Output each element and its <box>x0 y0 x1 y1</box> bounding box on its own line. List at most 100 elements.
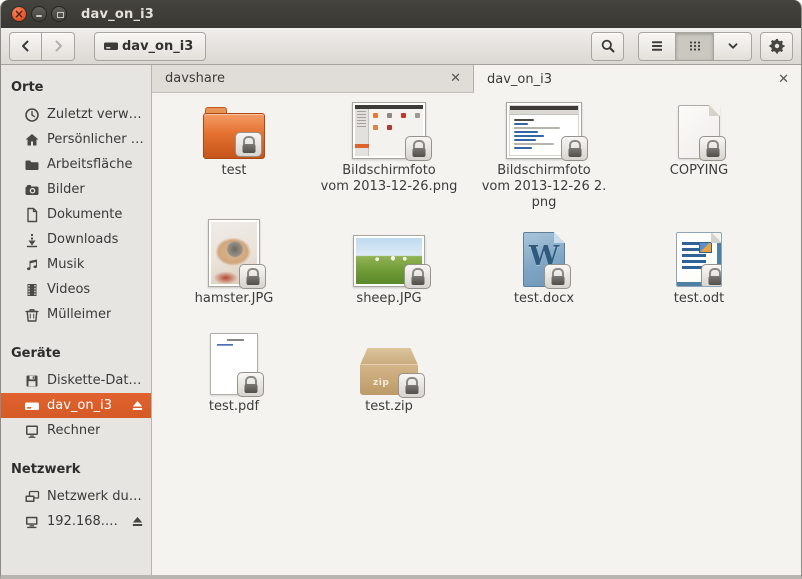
section-heading: Orte <box>1 75 151 102</box>
grid-view-icon <box>687 38 703 54</box>
camera-icon <box>24 182 40 198</box>
close-window-icon[interactable] <box>11 6 27 22</box>
path-button-label: dav_on_i3 <box>122 39 193 54</box>
file-item-test-odt[interactable]: test.odt <box>624 219 774 307</box>
word-document-icon: W <box>523 232 565 287</box>
tab-dav-on-i3[interactable]: dav_on_i3 ✕ <box>474 65 801 93</box>
settings-button[interactable] <box>760 32 793 61</box>
folder-icon <box>203 107 265 159</box>
odt-document-icon <box>676 232 722 287</box>
sidebar-section-network: Netzwerk Netzwerk du… 192.168.… <box>1 457 151 534</box>
lock-emblem-icon <box>405 136 432 161</box>
sidebar-item-home[interactable]: Persönlicher … <box>1 127 151 152</box>
maximize-window-icon[interactable] <box>51 6 67 22</box>
search-icon <box>600 38 616 54</box>
path-button[interactable]: dav_on_i3 <box>94 32 206 61</box>
file-item-bildschirmfoto-1[interactable]: Bildschirmfotovom 2013-12-26.png <box>314 97 464 195</box>
zip-box-label: zip <box>373 378 389 388</box>
view-options-button[interactable] <box>714 32 752 61</box>
window-title: dav_on_i3 <box>81 7 154 22</box>
back-button[interactable] <box>9 32 42 61</box>
photo-thumbnail-icon <box>208 219 260 287</box>
sidebar-item-downloads[interactable]: Downloads <box>1 227 151 252</box>
archive-icon: zip <box>360 348 418 395</box>
sidebar-item-pictures[interactable]: Bilder <box>1 177 151 202</box>
eject-button[interactable] <box>130 398 145 413</box>
lock-emblem-icon <box>235 132 262 157</box>
close-tab-icon[interactable]: ✕ <box>776 72 791 87</box>
file-item-test-pdf[interactable]: test.pdf <box>159 319 309 415</box>
computer-icon <box>24 423 40 439</box>
file-name: Bildschirmfotovom 2013-12-26.png <box>321 163 458 195</box>
sidebar-item-dav-on-i3[interactable]: dav_on_i3 <box>1 393 151 418</box>
file-grid[interactable]: test Bildschirmf <box>152 93 801 575</box>
file-name: hamster.JPG <box>195 291 274 307</box>
sidebar-item-videos[interactable]: Videos <box>1 277 151 302</box>
floppy-icon <box>24 373 40 389</box>
sidebar-item-label: Videos <box>47 282 90 297</box>
lock-emblem-icon <box>699 136 726 161</box>
nav-buttons <box>9 32 75 61</box>
eject-button[interactable] <box>130 514 145 529</box>
file-name: test.odt <box>674 291 724 307</box>
file-item-test-docx[interactable]: W test.docx <box>469 219 619 307</box>
sidebar-item-recent[interactable]: Zuletzt verw… <box>1 102 151 127</box>
network-icon <box>24 489 40 505</box>
sidebar-item-label: Netzwerk du… <box>47 489 142 504</box>
file-item-copying[interactable]: COPYING <box>624 97 774 179</box>
list-view-button[interactable] <box>638 32 676 61</box>
file-name: test.docx <box>514 291 574 307</box>
forward-button[interactable] <box>42 32 75 61</box>
file-manager-window: dav_on_i3 dav_on_i3 <box>0 0 802 579</box>
close-tab-icon[interactable]: ✕ <box>448 71 463 86</box>
sidebar-item-trash[interactable]: Mülleimer <box>1 302 151 327</box>
sidebar-item-label: Mülleimer <box>47 307 111 322</box>
file-item-test-zip[interactable]: zip test.zip <box>314 319 464 415</box>
folder-icon <box>24 157 40 173</box>
sidebar-section-places: Orte Zuletzt verw… Persönlicher … Arbeit… <box>1 75 151 327</box>
sidebar-item-floppy[interactable]: Diskette-Dat… <box>1 368 151 393</box>
sidebar-item-label: Arbeitsfläche <box>47 157 133 172</box>
sidebar-item-network-browse[interactable]: Netzwerk du… <box>1 484 151 509</box>
sidebar-item-label: Bilder <box>47 182 85 197</box>
section-heading: Netzwerk <box>1 457 151 484</box>
file-item-hamster-jpg[interactable]: hamster.JPG <box>159 219 309 307</box>
file-name: Bildschirmfotovom 2013-12-26 2.png <box>482 163 607 211</box>
section-heading: Geräte <box>1 341 151 368</box>
lock-emblem-icon <box>544 264 571 289</box>
lock-emblem-icon <box>398 373 425 398</box>
file-item-bildschirmfoto-2[interactable]: Bildschirmfotovom 2013-12-26 2.png <box>469 97 619 211</box>
sidebar-item-label: dav_on_i3 <box>47 398 112 413</box>
gear-icon <box>769 38 785 54</box>
file-item-test-folder[interactable]: test <box>159 97 309 179</box>
text-file-icon <box>678 105 720 159</box>
minimize-window-icon[interactable] <box>31 6 47 22</box>
chevron-down-icon <box>725 38 741 54</box>
sidebar-item-documents[interactable]: Dokumente <box>1 202 151 227</box>
file-name: test <box>222 163 247 179</box>
sidebar-item-computer[interactable]: Rechner <box>1 418 151 443</box>
screenshot-thumbnail-icon <box>506 102 582 159</box>
lock-emblem-icon <box>237 372 264 397</box>
sidebar-item-label: Downloads <box>47 232 118 247</box>
titlebar[interactable]: dav_on_i3 <box>1 0 801 28</box>
pdf-document-icon <box>210 333 258 395</box>
toolbar: dav_on_i3 <box>1 28 801 65</box>
list-view-icon <box>649 38 665 54</box>
file-name: COPYING <box>670 163 728 179</box>
search-button[interactable] <box>591 32 624 61</box>
sidebar-section-devices: Geräte Diskette-Dat… dav_on_i3 Rechner <box>1 341 151 443</box>
tab-davshare[interactable]: davshare ✕ <box>152 65 474 93</box>
sidebar-item-music[interactable]: Musik <box>1 252 151 277</box>
film-icon <box>24 282 40 298</box>
sidebar-item-network-server[interactable]: 192.168.… <box>1 509 151 534</box>
sidebar-item-desktop[interactable]: Arbeitsfläche <box>1 152 151 177</box>
file-item-sheep-jpg[interactable]: sheep.JPG <box>314 219 464 307</box>
music-icon <box>24 257 40 273</box>
grid-view-button[interactable] <box>676 32 714 61</box>
sidebar-item-label: Rechner <box>47 423 100 438</box>
tab-bar: davshare ✕ dav_on_i3 ✕ <box>152 65 801 93</box>
sidebar-item-label: Zuletzt verw… <box>47 107 142 122</box>
lock-emblem-icon <box>561 136 588 161</box>
home-icon <box>24 132 40 148</box>
